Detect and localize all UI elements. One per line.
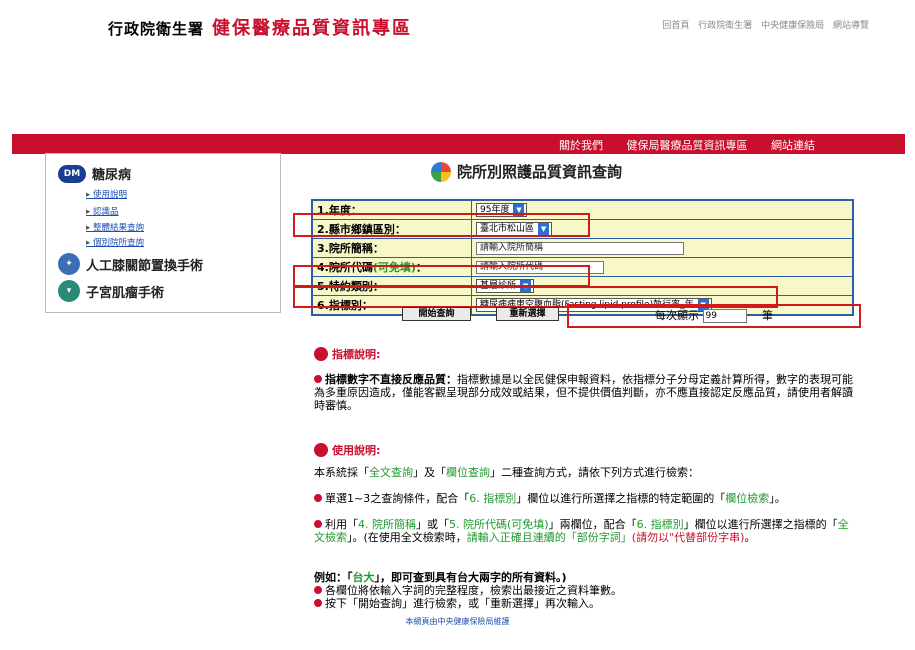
category-uterus-label: 子宮肌瘤手術 (86, 285, 165, 301)
uterus-icon: ▾ (58, 280, 80, 302)
example-1: 例如：「 (314, 571, 353, 584)
toplink-sitemap[interactable]: 網站導覽 (833, 21, 869, 31)
usage-intro-full: 全文查詢 (369, 466, 413, 479)
usage-example: 例如：「台大」，即可查到具有台大兩字的所有資料。) (314, 571, 854, 584)
sidebar-item-about[interactable]: 認識品 (86, 205, 119, 217)
nav-links[interactable]: 網站連結 (771, 139, 815, 152)
indicator-note-heading: 指標說明: (314, 346, 380, 362)
category-diabetes-label: 糖尿病 (92, 168, 132, 183)
hosp-name-label: 3.院所簡稱： (311, 238, 472, 258)
bullet-icon (314, 494, 322, 502)
per-page-suffix: 筆 (762, 309, 773, 322)
page-title-text: 院所別照護品質資訊查詢 (457, 163, 623, 181)
b2-4: 5. 院所代碼(可免填) (449, 518, 549, 531)
b2-6: 6. 指標別 (636, 518, 684, 531)
top-header: 行政院衛生署 健保醫療品質資訊專區 回首頁 行政院衛生署 中央健康保險局 網站導覽 (12, 0, 905, 48)
usage-intro-1: 本系統採「 (314, 466, 369, 479)
usage-bullet-3: 各欄位將依輸入字詞的完整程度，檢索出最接近之資料筆數。 (314, 584, 854, 597)
b2-11: (請勿以"代替部份字串) (631, 531, 745, 544)
sidebar-item-individual[interactable]: 個別院所查詢 (86, 236, 144, 248)
bullet-icon (314, 586, 322, 594)
usage-bullet-2: 利用「4. 院所簡稱」或「5. 院所代碼(可免填)」兩欄位，配合「6. 指標別」… (314, 518, 854, 544)
per-page-input[interactable]: 99 (702, 309, 747, 323)
bullet-icon (314, 520, 322, 528)
usage-bullet-4: 按下「開始查詢」進行檢索，或「重新選擇」再次輸入。 (314, 597, 854, 610)
category-uterus[interactable]: ▾ 子宮肌瘤手術 (58, 280, 164, 302)
b1-1: 單選1~3之查詢條件，配合「 (325, 492, 470, 505)
b4: 按下「開始查詢」進行檢索，或「重新選擇」再次輸入。 (325, 597, 600, 610)
site-brand[interactable]: 行政院衛生署 健保醫療品質資訊專區 (108, 14, 412, 40)
hosp-name-field: 請輸入院所簡稱 (471, 238, 854, 258)
highlight-level (293, 265, 590, 287)
b1-3: 」欄位以進行所選擇之指標的特定範圍的「 (516, 492, 726, 505)
usage-intro-3: 」二種查詢方式，請依下列方式進行檢索： (490, 466, 699, 479)
nav-about[interactable]: 關於我們 (559, 139, 603, 152)
red-nav-bar: 關於我們 健保局醫療品質資訊專區 網站連結 (12, 134, 905, 154)
b1-2: 6. 指標別 (469, 492, 517, 505)
row-hosp-name: 3.院所簡稱： 請輸入院所簡稱 (311, 238, 854, 258)
usage-intro-2: 」及「 (413, 466, 446, 479)
flower-icon (431, 161, 451, 182)
per-page-prefix: 每次顯示 (655, 309, 699, 322)
bullet-icon (314, 599, 322, 607)
indicator-note-heading-text: 指標說明: (332, 348, 381, 361)
sidebar-item-usage[interactable]: 使用說明 (86, 188, 127, 200)
example-3: 」，即可查到具有台大兩字的所有資料。) (374, 571, 567, 584)
red-nav: 關於我們 健保局醫療品質資訊專區 網站連結 (539, 137, 815, 153)
knee-icon: ✦ (58, 253, 80, 275)
b2-2: 4. 院所簡稱 (358, 518, 416, 531)
usage-intro-field: 欄位查詢 (446, 466, 490, 479)
b2-9: 」。(在使用全文檢索時， (347, 531, 467, 544)
bullet-icon (314, 375, 322, 383)
usage-intro: 本系統採「全文查詢」及「欄位查詢」二種查詢方式，請依下列方式進行檢索： (314, 466, 854, 479)
category-knee[interactable]: ✦ 人工膝關節置換手術 (58, 253, 203, 275)
toplink-home[interactable]: 回首頁 (662, 21, 689, 31)
footer: 本網頁由中央健康保險局維護 (405, 617, 510, 626)
usage-bullet-1: 單選1~3之查詢條件，配合「6. 指標別」欄位以進行所選擇之指標的特定範圍的「欄… (314, 492, 854, 505)
b2-10: 請輸入正確且連續的「部份字詞」 (466, 531, 632, 544)
b2-1: 利用「 (325, 518, 358, 531)
category-diabetes[interactable]: DM 糖尿病 (58, 164, 131, 183)
hosp-name-input[interactable]: 請輸入院所簡稱 (476, 241, 684, 255)
category-knee-label: 人工膝關節置換手術 (86, 258, 204, 274)
usage-heading-text: 使用說明: (332, 444, 381, 457)
search-button[interactable]: 開始查詢 (402, 307, 471, 321)
dm-badge-icon: DM (58, 164, 86, 183)
left-sidebar: DM 糖尿病 使用說明 認識品 整體結果查詢 個別院所查詢 ✦ 人工膝關節置換手… (45, 153, 281, 313)
sidebar-item-overall[interactable]: 整體結果查詢 (86, 221, 144, 233)
b1-4: 欄位檢索 (725, 492, 770, 505)
indicator-note-body: 指標數字不直接反應品質：指標數據是以全民健保申報資料，依指標分子分母定義計算所得… (314, 373, 854, 412)
per-page-box: 每次顯示 99 筆 (567, 304, 861, 328)
usage-heading: 使用說明: (314, 442, 380, 458)
site-name: 健保醫療品質資訊專區 (212, 18, 413, 39)
nav-quality-zone[interactable]: 健保局醫療品質資訊專區 (627, 139, 748, 152)
b3: 各欄位將依輸入字詞的完整程度，檢索出最接近之資料筆數。 (325, 584, 622, 597)
example-2: 台大 (352, 571, 375, 584)
highlight-county (293, 213, 590, 237)
toplink-nhi[interactable]: 中央健康保險局 (761, 21, 824, 31)
b2-5: 」兩欄位，配合「 (548, 518, 637, 531)
b2-7: 」欄位以進行所選擇之指標的「 (683, 518, 838, 531)
b2-3: 」或「 (416, 518, 449, 531)
top-links: 回首頁 行政院衛生署 中央健康保險局 網站導覽 (656, 18, 869, 31)
music-note-icon (314, 443, 328, 457)
music-note-icon (314, 347, 328, 361)
toplink-doh[interactable]: 行政院衛生署 (698, 21, 752, 31)
reset-button[interactable]: 重新選擇 (496, 307, 559, 321)
b1-5: 」。 (769, 492, 786, 505)
b2-12: 。 (744, 531, 756, 544)
indicator-note-lead: 指標數字不直接反應品質： (325, 373, 457, 386)
page-title: 院所別照護品質資訊查詢 (431, 161, 622, 182)
agency-name: 行政院衛生署 (108, 20, 205, 38)
